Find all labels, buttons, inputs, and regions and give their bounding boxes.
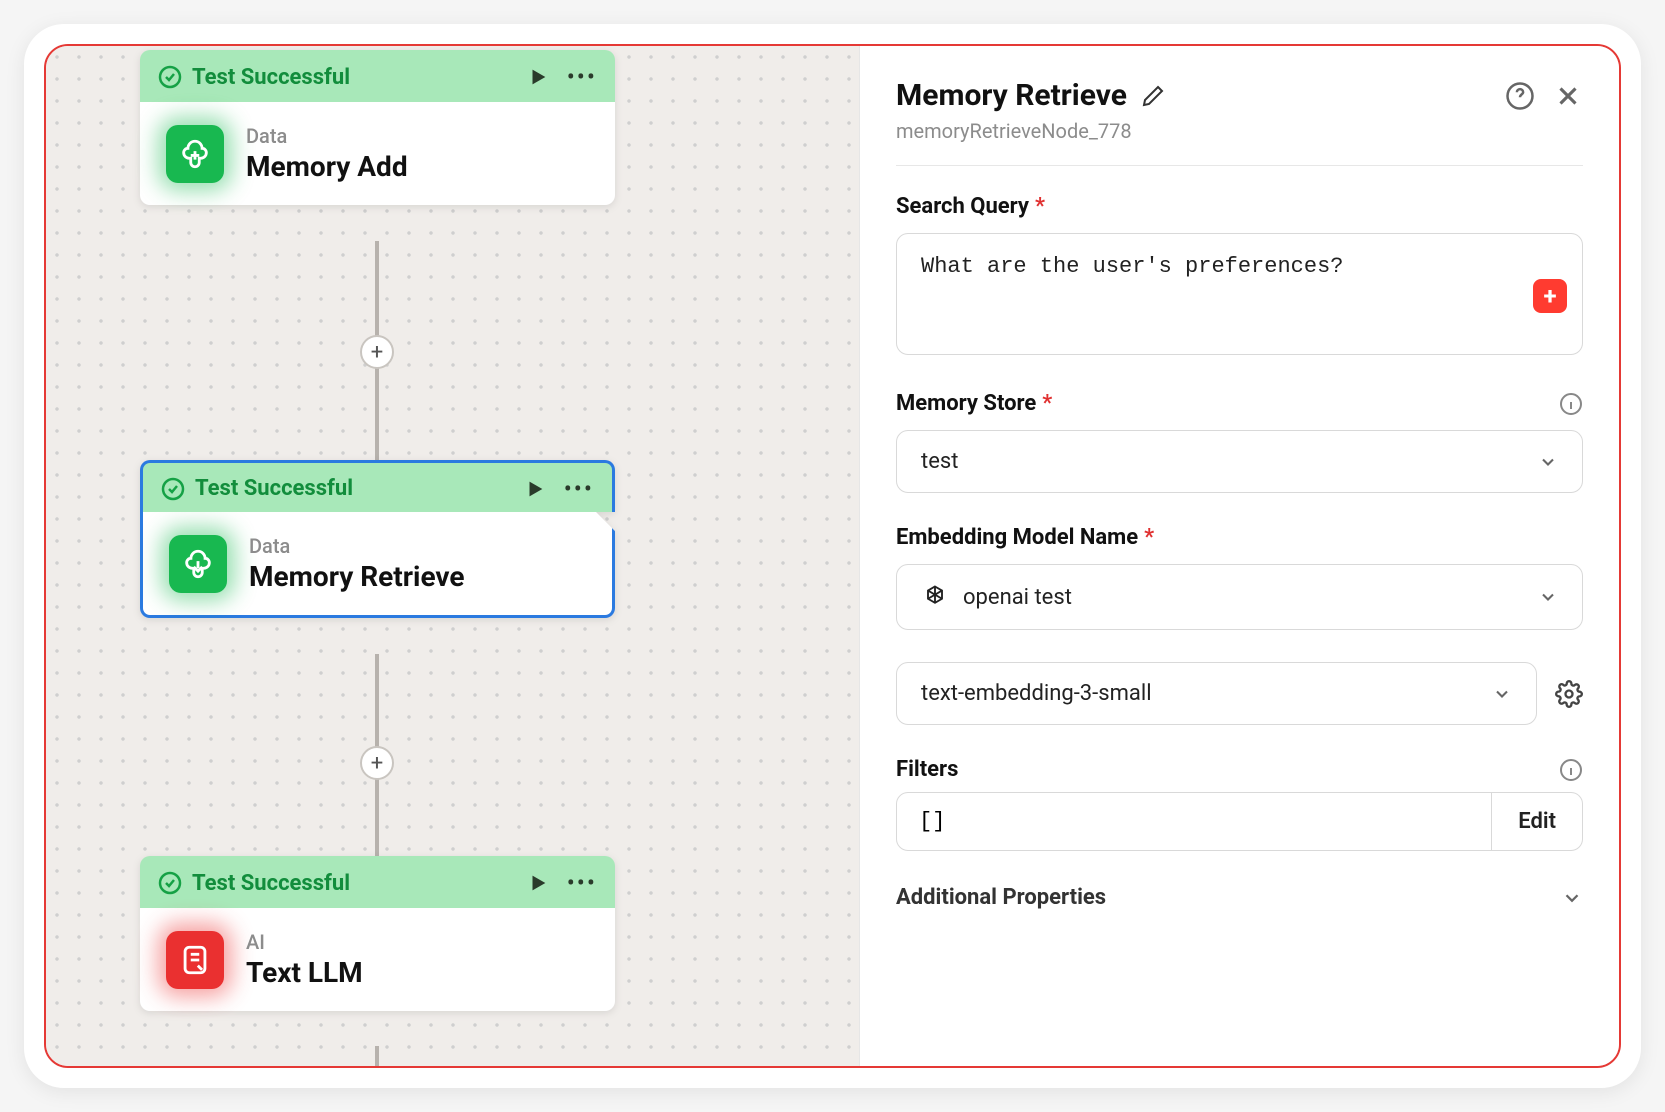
filters-value: [] [897, 793, 1491, 850]
check-circle-icon [158, 871, 182, 895]
gear-icon[interactable] [1555, 680, 1583, 708]
search-query-input[interactable] [896, 233, 1583, 355]
insert-variable-button[interactable]: + [1533, 279, 1567, 313]
chevron-down-icon [1492, 684, 1512, 704]
embedding-model-value: text-embedding-3-small [921, 681, 1152, 706]
add-node-button[interactable]: + [360, 746, 394, 780]
chevron-down-icon [1538, 587, 1558, 607]
edit-icon[interactable] [1141, 84, 1165, 108]
memory-add-icon [166, 125, 224, 183]
panel-node-id: memoryRetrieveNode_778 [896, 119, 1583, 143]
check-circle-icon [158, 65, 182, 89]
node-title: Memory Retrieve [249, 560, 465, 593]
search-query-label: Search Query* [896, 194, 1583, 219]
chevron-down-icon [1538, 452, 1558, 472]
node-title: Memory Add [246, 150, 408, 183]
memory-store-value: test [921, 449, 958, 474]
play-icon[interactable] [527, 66, 549, 88]
embedding-model-select[interactable]: text-embedding-3-small [896, 662, 1537, 725]
node-body: Data Memory Add [140, 102, 615, 205]
node-body: Data Memory Retrieve [140, 512, 615, 618]
panel-title: Memory Retrieve [896, 78, 1127, 113]
check-circle-icon [161, 477, 185, 501]
memory-retrieve-icon [169, 535, 227, 593]
openai-icon [921, 583, 949, 611]
info-icon[interactable] [1559, 758, 1583, 782]
more-icon[interactable]: ••• [564, 483, 594, 495]
properties-panel: Memory Retrieve memoryRetrieveNode_778 S… [859, 46, 1619, 1066]
connector-line [375, 1046, 379, 1066]
play-icon[interactable] [527, 872, 549, 894]
play-icon[interactable] [524, 478, 546, 500]
node-body: AI Text LLM [140, 908, 615, 1011]
node-status-text: Test Successful [192, 65, 527, 90]
node-title: Text LLM [246, 956, 363, 989]
node-category: Data [249, 534, 465, 558]
node-category: AI [246, 930, 363, 954]
embedding-provider-select[interactable]: openai test [896, 564, 1583, 630]
node-status-text: Test Successful [195, 476, 524, 501]
embedding-model-label: Embedding Model Name* [896, 525, 1583, 550]
text-llm-icon [166, 931, 224, 989]
node-header: Test Successful ••• [140, 460, 615, 512]
additional-properties-toggle[interactable]: Additional Properties [896, 885, 1583, 910]
more-icon[interactable]: ••• [567, 877, 597, 889]
node-header: Test Successful ••• [140, 50, 615, 102]
node-category: Data [246, 124, 408, 148]
help-icon[interactable] [1505, 81, 1535, 111]
node-memory-retrieve[interactable]: Test Successful ••• Data Memory Retrieve [140, 460, 615, 618]
close-icon[interactable] [1553, 81, 1583, 111]
workflow-canvas[interactable]: Test Successful ••• Data Memory Add + [46, 46, 859, 1066]
node-status-text: Test Successful [192, 871, 527, 896]
node-memory-add[interactable]: Test Successful ••• Data Memory Add [140, 50, 615, 205]
more-icon[interactable]: ••• [567, 71, 597, 83]
node-text-llm[interactable]: Test Successful ••• AI Text LLM [140, 856, 615, 1011]
node-header: Test Successful ••• [140, 856, 615, 908]
add-node-button[interactable]: + [360, 335, 394, 369]
memory-store-select[interactable]: test [896, 430, 1583, 493]
memory-store-label: Memory Store* [896, 391, 1583, 416]
filters-edit-button[interactable]: Edit [1491, 793, 1582, 850]
info-icon[interactable] [1559, 392, 1583, 416]
chevron-down-icon [1561, 887, 1583, 909]
filters-label: Filters [896, 757, 1583, 782]
divider [896, 165, 1583, 166]
embedding-provider-value: openai test [963, 585, 1072, 610]
